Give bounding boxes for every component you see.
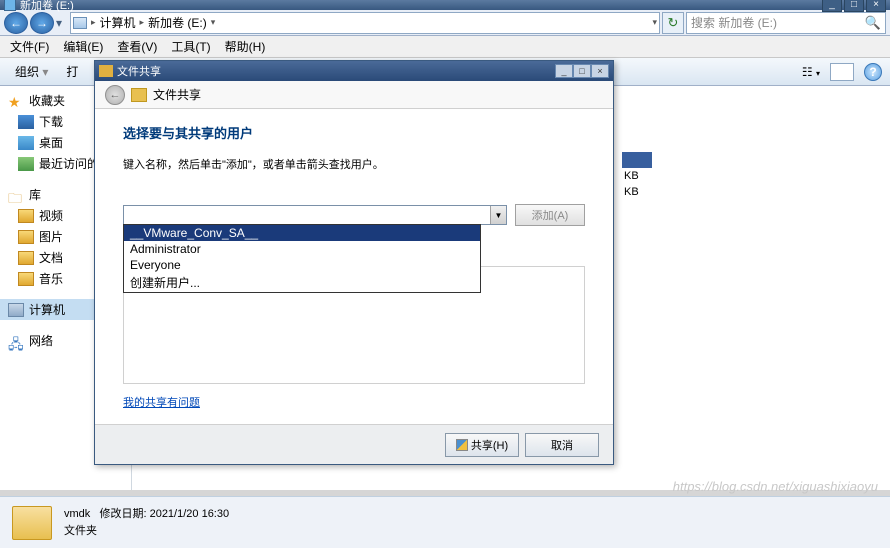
selected-name: vmdk bbox=[64, 508, 90, 520]
search-icon[interactable]: 🔍 bbox=[865, 15, 881, 31]
organize-button[interactable]: 组织 ▾ bbox=[8, 59, 55, 84]
folder-icon bbox=[18, 272, 34, 286]
dialog-maximize-button[interactable]: □ bbox=[573, 64, 591, 78]
menu-tools[interactable]: 工具(T) bbox=[165, 36, 216, 57]
chevron-right-icon: ▸ bbox=[91, 17, 96, 28]
dialog-minimize-button[interactable]: _ bbox=[555, 64, 573, 78]
dropdown-option[interactable]: __VMware_Conv_SA__ bbox=[124, 225, 480, 241]
list-item[interactable] bbox=[622, 152, 652, 168]
watermark: https://blog.csdn.net/xiguashixiaoyu bbox=[673, 479, 878, 494]
user-input[interactable] bbox=[124, 206, 490, 224]
close-button[interactable]: × bbox=[866, 0, 886, 12]
details-pane: vmdk 修改日期: 2021/1/20 16:30 文件夹 bbox=[0, 496, 890, 548]
menu-view[interactable]: 查看(V) bbox=[111, 36, 163, 57]
view-mode-button[interactable]: ☷ ▾ bbox=[802, 65, 820, 79]
share-icon bbox=[99, 65, 113, 77]
menu-help[interactable]: 帮助(H) bbox=[219, 36, 272, 57]
window-title: 新加卷 (E:) bbox=[20, 0, 74, 13]
dialog-title: 文件共享 bbox=[117, 63, 161, 79]
window-titlebar: 新加卷 (E:) _ □ × bbox=[0, 0, 890, 10]
shield-icon bbox=[456, 439, 468, 451]
recent-icon bbox=[18, 157, 34, 171]
breadcrumb-segment[interactable]: 计算机 bbox=[100, 14, 136, 31]
folder-icon bbox=[12, 506, 52, 540]
search-placeholder: 搜索 新加卷 (E:) bbox=[691, 14, 777, 31]
refresh-button[interactable]: ↻ bbox=[662, 12, 684, 34]
folder-icon bbox=[18, 230, 34, 244]
preview-pane-button[interactable] bbox=[830, 63, 854, 81]
help-link[interactable]: 我的共享有问题 bbox=[123, 394, 200, 410]
address-bar: ← → ▾ ▸ 计算机 ▸ 新加卷 (E:) ▾ ▾ ↻ 搜索 新加卷 (E:)… bbox=[0, 10, 890, 36]
nav-back-button[interactable]: ← bbox=[4, 12, 28, 34]
menu-bar: 文件(F) 编辑(E) 查看(V) 工具(T) 帮助(H) bbox=[0, 36, 890, 58]
cancel-button[interactable]: 取消 bbox=[525, 433, 599, 457]
dropdown-button[interactable]: ▼ bbox=[490, 206, 506, 224]
user-dropdown-list: __VMware_Conv_SA__ Administrator Everyon… bbox=[123, 224, 481, 293]
dialog-instruction: 键入名称，然后单击"添加"，或者单击箭头查找用户。 bbox=[123, 156, 585, 172]
library-icon: 🗀 bbox=[8, 188, 24, 202]
minimize-button[interactable]: _ bbox=[822, 0, 842, 12]
dialog-back-button[interactable]: ← bbox=[105, 85, 125, 105]
share-icon bbox=[131, 88, 147, 102]
menu-edit[interactable]: 编辑(E) bbox=[57, 36, 109, 57]
breadcrumb[interactable]: ▸ 计算机 ▸ 新加卷 (E:) ▾ ▾ bbox=[70, 12, 660, 34]
dialog-footer: 共享(H) 取消 bbox=[95, 424, 613, 464]
search-input[interactable]: 搜索 新加卷 (E:) 🔍 bbox=[686, 12, 886, 34]
user-combobox[interactable]: ▼ bbox=[123, 205, 507, 225]
selected-type: 文件夹 bbox=[64, 523, 229, 540]
menu-file[interactable]: 文件(F) bbox=[4, 36, 55, 57]
star-icon: ★ bbox=[8, 94, 24, 108]
drive-icon bbox=[73, 17, 87, 29]
dialog-heading: 选择要与其共享的用户 bbox=[123, 123, 585, 142]
nav-history-dropdown[interactable]: ▾ bbox=[56, 16, 68, 30]
maximize-button[interactable]: □ bbox=[844, 0, 864, 12]
nav-forward-button[interactable]: → bbox=[30, 12, 54, 34]
dialog-header-text: 文件共享 bbox=[153, 86, 201, 103]
dropdown-option[interactable]: Everyone bbox=[124, 257, 480, 273]
dialog-header: ← 文件共享 bbox=[95, 81, 613, 109]
chevron-right-icon: ▸ bbox=[140, 17, 145, 28]
dropdown-option[interactable]: Administrator bbox=[124, 241, 480, 257]
download-icon bbox=[18, 115, 34, 129]
breadcrumb-segment[interactable]: 新加卷 (E:) bbox=[148, 14, 207, 31]
open-button[interactable]: 打 bbox=[59, 59, 85, 84]
file-sharing-dialog: 文件共享 _ □ × ← 文件共享 选择要与其共享的用户 键入名称，然后单击"添… bbox=[94, 60, 614, 465]
drive-icon bbox=[4, 0, 16, 11]
help-icon[interactable]: ? bbox=[864, 63, 882, 81]
desktop-icon bbox=[18, 136, 34, 150]
folder-icon bbox=[18, 209, 34, 223]
dialog-close-button[interactable]: × bbox=[591, 64, 609, 78]
network-icon: 🖧 bbox=[8, 334, 24, 348]
list-item[interactable]: KB bbox=[622, 184, 762, 200]
list-item[interactable]: KB bbox=[622, 168, 762, 184]
dialog-titlebar[interactable]: 文件共享 _ □ × bbox=[95, 61, 613, 81]
address-dropdown[interactable]: ▾ bbox=[652, 17, 657, 28]
chevron-down-icon[interactable]: ▾ bbox=[211, 17, 216, 28]
window-buttons: _ □ × bbox=[822, 0, 886, 12]
computer-icon bbox=[8, 303, 24, 317]
dialog-body: 选择要与其共享的用户 键入名称，然后单击"添加"，或者单击箭头查找用户。 ▼ 添… bbox=[95, 109, 613, 424]
add-button[interactable]: 添加(A) bbox=[515, 204, 585, 226]
date-label: 修改日期: bbox=[99, 508, 146, 520]
dropdown-option[interactable]: 创建新用户... bbox=[124, 273, 480, 292]
share-button[interactable]: 共享(H) bbox=[445, 433, 519, 457]
folder-icon bbox=[18, 251, 34, 265]
date-value: 2021/1/20 16:30 bbox=[150, 508, 230, 520]
